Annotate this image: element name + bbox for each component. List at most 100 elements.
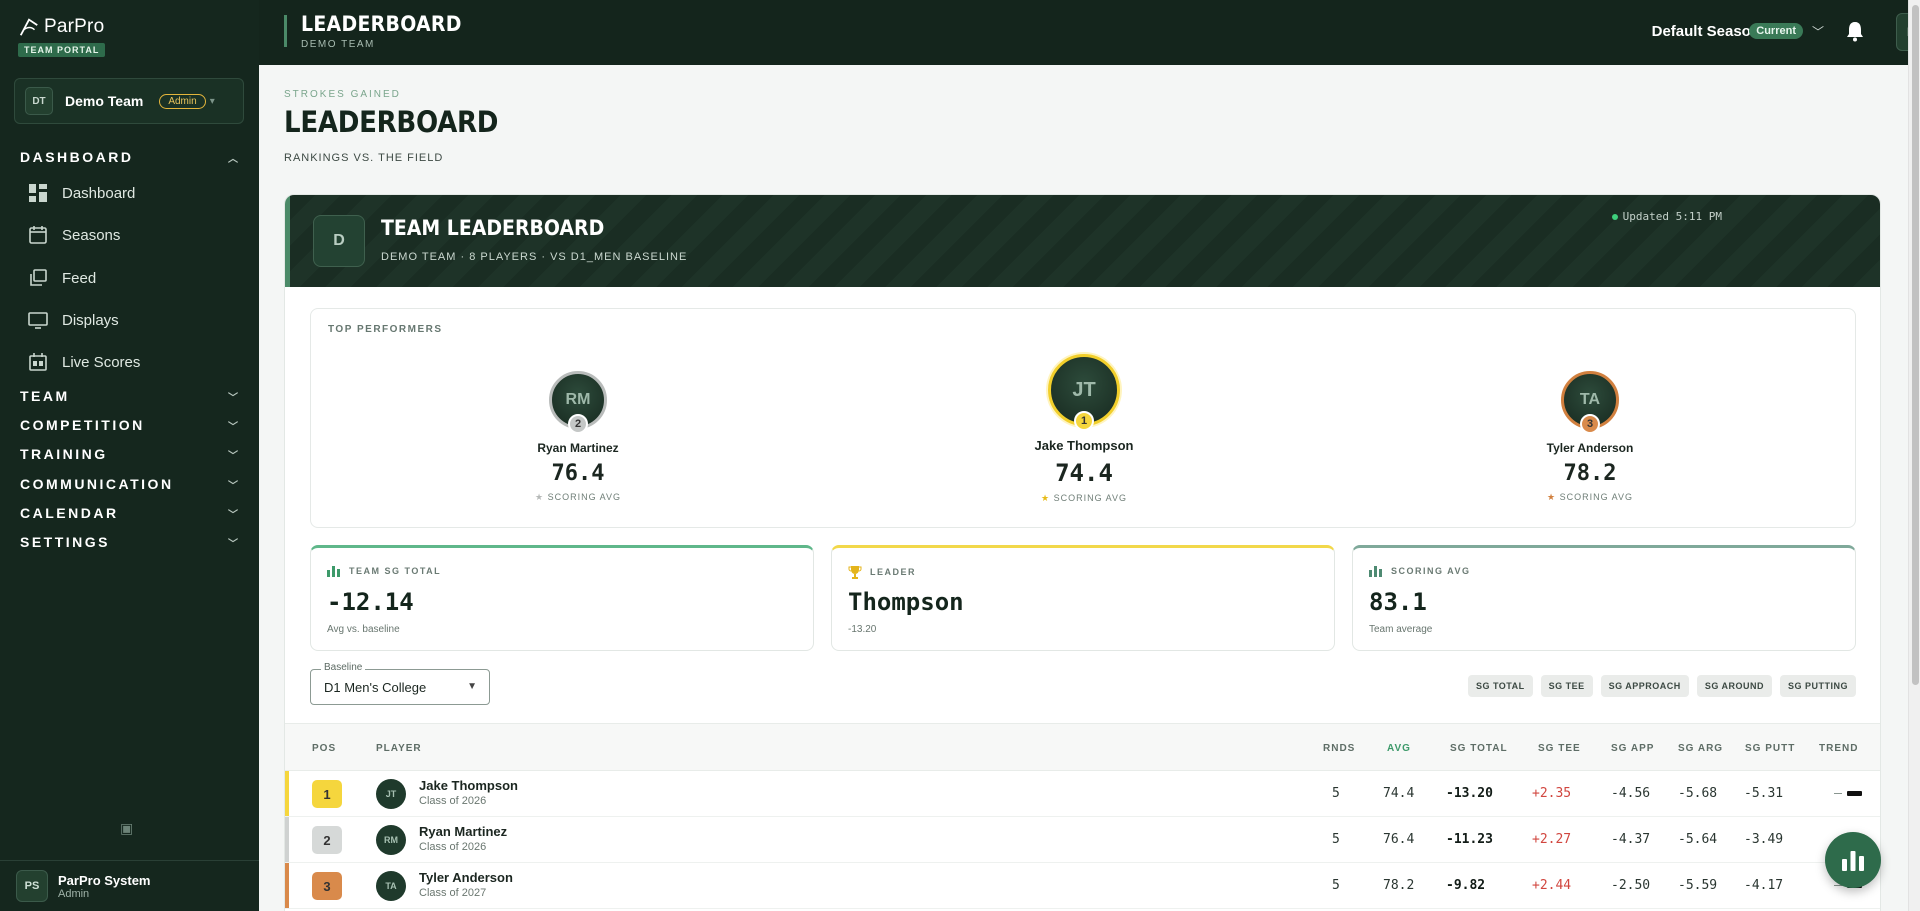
position-badge: 1 <box>312 780 342 808</box>
baseline-select[interactable]: Baseline D1 Men's College ▼ <box>310 662 490 705</box>
filter-sg-around[interactable]: SG AROUND <box>1696 675 1772 697</box>
filter-sg-putting[interactable]: SG PUTTING <box>1779 675 1856 697</box>
android-icon[interactable]: ▣ <box>120 820 133 837</box>
nav-section-label: DASHBOARD <box>20 149 134 165</box>
cell-sg-tee: +2.35 <box>1532 786 1572 801</box>
season-selector[interactable]: Default Season <box>1652 23 1760 40</box>
col-sg-putt[interactable]: SG PUTT <box>1745 743 1795 754</box>
stat-label: SCORING AVG <box>1369 565 1471 577</box>
col-trend[interactable]: TREND <box>1819 743 1858 754</box>
player-name[interactable]: Jake Thompson <box>419 778 518 793</box>
calendar-icon <box>29 226 47 244</box>
cell-sg-total: -9.82 <box>1446 878 1486 893</box>
col-player[interactable]: PLAYER <box>376 743 422 754</box>
col-rnds[interactable]: RNDS <box>1323 743 1355 754</box>
player-score: 78.2 <box>1563 461 1617 486</box>
scrollbar-thumb[interactable] <box>1912 5 1919 685</box>
bell-icon[interactable] <box>1845 20 1865 42</box>
table-row[interactable]: 3 TA Tyler Anderson Class of 2027 5 78.2… <box>285 863 1880 909</box>
podium-second[interactable]: RM 2 Ryan Martinez 76.4 ★ SCORING AVG <box>478 371 678 503</box>
rank-stripe <box>285 771 289 816</box>
filter-sg-total[interactable]: SG TOTAL <box>1467 675 1533 697</box>
table-row[interactable]: 2 RM Ryan Martinez Class of 2026 5 76.4 … <box>285 817 1880 863</box>
nav-section-label: TEAM <box>20 388 70 404</box>
star-icon: ★ <box>1547 492 1557 502</box>
scrollbar[interactable] <box>1908 0 1920 911</box>
rank-badge: 1 <box>1074 411 1094 431</box>
filter-sg-tee[interactable]: SG TEE <box>1540 675 1593 697</box>
star-icon: ★ <box>1041 493 1051 503</box>
player-name[interactable]: Tyler Anderson <box>419 870 513 885</box>
col-pos[interactable]: POS <box>312 743 336 754</box>
sidebar-item-seasons[interactable]: Seasons <box>28 225 120 245</box>
podium-first[interactable]: JT 1 Jake Thompson 74.4 ★ SCORING AVG <box>984 354 1184 504</box>
sidebar-item-feed[interactable]: Feed <box>28 268 96 288</box>
sidebar-item-dashboard[interactable]: Dashboard <box>28 183 135 203</box>
cell-rnds: 5 <box>1332 786 1340 801</box>
analytics-fab-button[interactable] <box>1825 832 1881 888</box>
rank-badge: 2 <box>568 414 588 434</box>
top-performers-label: TOP PERFORMERS <box>328 324 443 335</box>
chevron-down-icon[interactable]: ﹀ <box>1812 23 1824 40</box>
table-header: POS PLAYER RNDS AVG SG TOTAL SG TEE SG A… <box>285 723 1880 771</box>
avatar: TA 3 <box>1561 371 1619 434</box>
cell-sg-putt: -5.31 <box>1744 786 1784 801</box>
player-class: Class of 2027 <box>419 887 487 899</box>
team-name: Demo Team <box>65 93 144 109</box>
cell-avg: 74.4 <box>1383 786 1415 801</box>
header-title: LEADERBOARD <box>301 12 462 36</box>
sidebar-item-displays[interactable]: Displays <box>28 310 119 330</box>
leaderboard-title: TEAM LEADERBOARD <box>381 216 605 240</box>
role-badge: Admin <box>159 93 206 109</box>
col-sg-app[interactable]: SG APP <box>1611 743 1654 754</box>
nav-section-communication[interactable]: COMMUNICATION ﹀ <box>20 476 238 492</box>
nav-section-settings[interactable]: SETTINGS ﹀ <box>20 534 238 550</box>
updated-text: Updated 5:11 PM <box>1622 210 1722 223</box>
col-avg[interactable]: AVG <box>1387 743 1411 754</box>
nav-section-team[interactable]: TEAM ﹀ <box>20 388 238 404</box>
rank-stripe <box>285 863 289 908</box>
leaderboard-header: D TEAM LEADERBOARD DEMO TEAM · 8 PLAYERS… <box>285 195 1880 287</box>
app-logo[interactable]: ParPro TEAM PORTAL <box>18 16 106 58</box>
metric-label: ★ SCORING AVG <box>1547 492 1633 502</box>
baseline-label: Baseline <box>321 662 366 673</box>
avatar: PS <box>16 870 48 902</box>
cell-sg-total: -13.20 <box>1446 786 1493 801</box>
baseline-value: D1 Men's College <box>324 680 427 695</box>
trend-sparkline <box>1847 791 1862 796</box>
monitor-icon <box>28 312 48 329</box>
nav-section-calendar[interactable]: CALENDAR ﹀ <box>20 505 238 521</box>
avatar: JT 1 <box>1048 354 1120 431</box>
star-icon: ★ <box>535 492 545 502</box>
chevron-down-icon: ﹀ <box>228 392 238 404</box>
col-sg-total[interactable]: SG TOTAL <box>1450 743 1508 754</box>
col-sg-tee[interactable]: SG TEE <box>1538 743 1581 754</box>
bar-chart-icon <box>1842 851 1864 871</box>
table-row[interactable]: 1 JT Jake Thompson Class of 2026 5 74.4 … <box>285 771 1880 817</box>
sidebar-item-live-scores[interactable]: Live Scores <box>28 352 140 372</box>
cell-sg-tee: +2.44 <box>1532 878 1572 893</box>
user-role: Admin <box>58 887 90 900</box>
player-name[interactable]: Ryan Martinez <box>419 824 507 839</box>
nav-section-training[interactable]: TRAINING ﹀ <box>20 446 238 462</box>
app-store-links: ▣ <box>104 820 133 837</box>
sidebar-item-label: Seasons <box>62 226 121 244</box>
avatar: RM 2 <box>549 371 607 434</box>
header-subtitle: DEMO TEAM <box>301 39 375 50</box>
player-class: Class of 2026 <box>419 841 487 853</box>
cell-rnds: 5 <box>1332 878 1340 893</box>
nav-section-competition[interactable]: COMPETITION ﹀ <box>20 417 238 433</box>
position-badge: 3 <box>312 872 342 900</box>
user-menu[interactable]: PS ParPro System Admin <box>0 860 259 911</box>
podium-third[interactable]: TA 3 Tyler Anderson 78.2 ★ SCORING AVG <box>1490 371 1690 503</box>
stat-value: 83.1 <box>1369 588 1427 616</box>
filter-sg-approach[interactable]: SG APPROACH <box>1600 675 1689 697</box>
cell-sg-app: -4.37 <box>1611 832 1651 847</box>
nav-section-dashboard[interactable]: DASHBOARD ︿ <box>20 149 238 165</box>
stat-card-team-sg: TEAM SG TOTAL -12.14 Avg vs. baseline <box>310 545 814 651</box>
cell-avg: 76.4 <box>1383 832 1415 847</box>
sidebar-item-label: Live Scores <box>62 353 141 371</box>
col-sg-arg[interactable]: SG ARG <box>1678 743 1723 754</box>
chevron-down-icon: ﹀ <box>228 450 238 462</box>
team-switcher[interactable]: DT Demo Team Admin ▾ <box>14 78 244 124</box>
